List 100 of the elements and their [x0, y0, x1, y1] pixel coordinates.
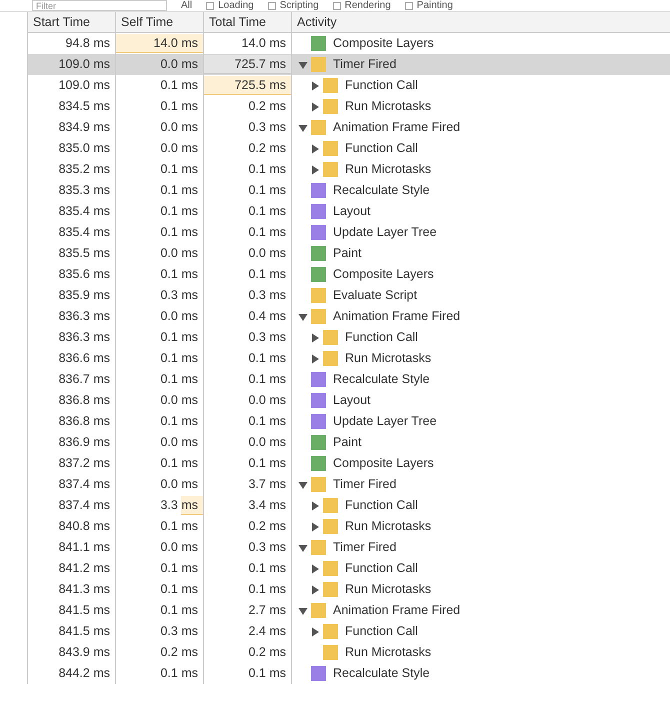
column-header[interactable]: Start Time — [28, 12, 116, 32]
table-row[interactable]: 841.1 ms 0.0 ms 0.3 ms Timer Fired — [28, 537, 670, 558]
table-row[interactable]: 834.5 ms 0.1 ms 0.2 ms Run Microtasks — [28, 96, 670, 117]
table-row[interactable]: 836.6 ms 0.1 ms 0.1 ms Run Microtasks — [28, 348, 670, 369]
checkbox[interactable] — [206, 2, 214, 10]
collapsed-arrow-icon[interactable] — [309, 500, 321, 512]
start-time-cell: 836.3 ms — [58, 330, 110, 344]
activity-name: Run Microtasks — [345, 350, 432, 367]
start-time-cell: 837.2 ms — [58, 456, 110, 470]
activity-name: Evaluate Script — [333, 287, 418, 304]
activity-name: Recalculate Style — [333, 665, 430, 682]
start-time-cell: 844.2 ms — [58, 666, 110, 680]
self-time-cell: 0.0 ms — [160, 540, 198, 554]
total-time-cell: 0.2 ms — [248, 141, 286, 155]
start-time-cell: 836.9 ms — [58, 435, 110, 449]
activity-name: Composite Layers — [333, 266, 434, 283]
checkbox[interactable] — [268, 2, 276, 10]
total-time-cell: 0.0 ms — [248, 435, 286, 449]
selected-row[interactable]: 109.0 ms 0.0 ms 725.7 ms Timer Fired — [28, 54, 670, 75]
table-row[interactable]: 836.3 ms 0.0 ms 0.4 ms Animation Frame Fired — [28, 306, 670, 327]
collapsed-arrow-icon[interactable] — [309, 164, 321, 176]
activity-name: Update Layer Tree — [333, 413, 437, 430]
total-time-cell: 0.1 ms — [248, 372, 286, 386]
activity-name: Paint — [333, 434, 362, 451]
start-time-cell: 835.3 ms — [58, 183, 110, 197]
collapsed-arrow-icon[interactable] — [309, 584, 321, 596]
self-time-cell: 0.0 ms — [160, 477, 198, 491]
collapsed-arrow-icon[interactable] — [309, 80, 321, 92]
collapsed-arrow-icon[interactable] — [309, 100, 321, 112]
start-time-cell: 841.5 ms — [58, 603, 110, 617]
activity-name: Run Microtasks — [345, 98, 432, 115]
self-time-cell: 0.1 ms — [160, 666, 198, 680]
total-time-cell: 2.4 ms — [248, 624, 286, 638]
self-time-cell: 0.0 ms — [160, 141, 198, 155]
table-row[interactable]: 844.2 ms 0.1 ms 0.1 ms Recalculate Style — [28, 663, 670, 684]
checkbox-label[interactable]: Rendering — [344, 0, 391, 12]
start-time-cell: 836.8 ms — [58, 393, 110, 407]
table-row[interactable]: 835.0 ms 0.0 ms 0.2 ms Function Call — [28, 138, 670, 159]
activity-name: Animation Frame Fired — [333, 119, 460, 136]
table-row[interactable]: 834.9 ms 0.0 ms 0.3 ms Animation Frame Fired — [28, 117, 670, 138]
start-time-cell: 836.8 ms — [58, 414, 110, 428]
collapsed-arrow-icon[interactable] — [309, 332, 321, 344]
table-row[interactable]: 835.4 ms 0.1 ms 0.1 ms Layout — [28, 201, 670, 222]
activity-name: Function Call — [345, 623, 418, 640]
activity-name: Run Microtasks — [345, 644, 432, 661]
table-row[interactable]: 841.5 ms 0.3 ms 2.4 ms Function Call — [28, 621, 670, 642]
table-row[interactable]: 837.2 ms 0.1 ms 0.1 ms Composite Layers — [28, 453, 670, 474]
self-time-cell: 0.0 ms — [160, 120, 198, 134]
self-time-cell: 0.1 ms — [160, 78, 198, 92]
activity-name: Function Call — [345, 329, 418, 346]
table-row[interactable]: 840.8 ms 0.1 ms 0.2 ms Run Microtasks — [28, 516, 670, 537]
table-row[interactable]: 843.9 ms 0.2 ms 0.2 ms Run Microtasks — [28, 642, 670, 663]
collapsed-arrow-icon[interactable] — [309, 520, 321, 532]
table-row[interactable]: 841.2 ms 0.1 ms 0.1 ms Function Call — [28, 558, 670, 579]
table-row[interactable]: 837.4 ms 0.0 ms 3.7 ms Timer Fired — [28, 474, 670, 495]
self-time-cell: 0.1 ms — [160, 330, 198, 344]
total-time-cell: 0.1 ms — [248, 225, 286, 239]
table-row[interactable]: 835.3 ms 0.1 ms 0.1 ms Recalculate Style — [28, 180, 670, 201]
table-row[interactable]: 835.6 ms 0.1 ms 0.1 ms Composite Layers — [28, 264, 670, 285]
table-row[interactable]: 835.4 ms 0.1 ms 0.1 ms Update Layer Tree — [28, 222, 670, 243]
activity-name: Function Call — [345, 77, 418, 94]
collapsed-arrow-icon[interactable] — [309, 562, 321, 574]
activity-name: Layout — [333, 392, 371, 409]
table-row[interactable]: 835.2 ms 0.1 ms 0.1 ms Run Microtasks — [28, 159, 670, 180]
column-header[interactable]: Activity — [292, 12, 670, 32]
start-time-cell: 94.8 ms — [66, 36, 110, 50]
table-row[interactable]: 841.3 ms 0.1 ms 0.1 ms Run Microtasks — [28, 579, 670, 600]
collapsed-arrow-icon[interactable] — [309, 626, 321, 638]
table-row[interactable]: 836.3 ms 0.1 ms 0.3 ms Function Call — [28, 327, 670, 348]
table-row[interactable]: 109.0 ms 0.1 ms 725.5 ms Function Call — [28, 75, 670, 96]
checkbox-label[interactable]: Scripting — [280, 0, 319, 12]
table-row[interactable]: 836.8 ms 0.1 ms 0.1 ms Update Layer Tree — [28, 411, 670, 432]
table-row[interactable]: 835.5 ms 0.0 ms 0.0 ms Paint — [28, 243, 670, 264]
table-row[interactable]: 841.5 ms 0.1 ms 2.7 ms Animation Frame Fired — [28, 600, 670, 621]
table-row[interactable]: 835.9 ms 0.3 ms 0.3 ms Evaluate Script — [28, 285, 670, 306]
self-time-cell: 0.1 ms — [160, 414, 198, 428]
collapsed-arrow-icon[interactable] — [309, 352, 321, 364]
total-time-cell: 0.2 ms — [248, 519, 286, 533]
total-time-cell: 0.1 ms — [248, 666, 286, 680]
start-time-cell: 841.2 ms — [58, 561, 110, 575]
self-time-cell: 0.3 ms — [160, 288, 198, 302]
table-row[interactable]: 837.4 ms 3.3 ms 3.4 ms Function Call — [28, 495, 670, 516]
start-time-cell: 841.1 ms — [58, 540, 110, 554]
self-time-cell: 0.1 ms — [160, 519, 198, 533]
table-row[interactable]: 836.8 ms 0.0 ms 0.0 ms Layout — [28, 390, 670, 411]
checkbox[interactable] — [404, 2, 413, 10]
checkbox-label[interactable]: Painting — [416, 0, 453, 12]
filter-field[interactable]: Filter — [32, 0, 167, 11]
table-row[interactable]: 836.9 ms 0.0 ms 0.0 ms Paint — [28, 432, 670, 453]
column-header[interactable]: Self Time — [116, 12, 204, 32]
checkbox-label[interactable]: Loading — [218, 0, 254, 12]
checkbox[interactable] — [332, 2, 341, 10]
activity-name: Timer Fired — [333, 476, 396, 493]
column-header[interactable]: Total Time — [204, 12, 292, 32]
self-time-cell: 0.2 ms — [160, 645, 198, 659]
scope-label[interactable]: All — [181, 0, 192, 12]
collapsed-arrow-icon[interactable] — [309, 142, 321, 154]
start-time-cell: 841.3 ms — [58, 582, 110, 596]
table-row[interactable]: 836.7 ms 0.1 ms 0.1 ms Recalculate Style — [28, 369, 670, 390]
self-time-cell: 14.0 ms — [154, 36, 198, 50]
